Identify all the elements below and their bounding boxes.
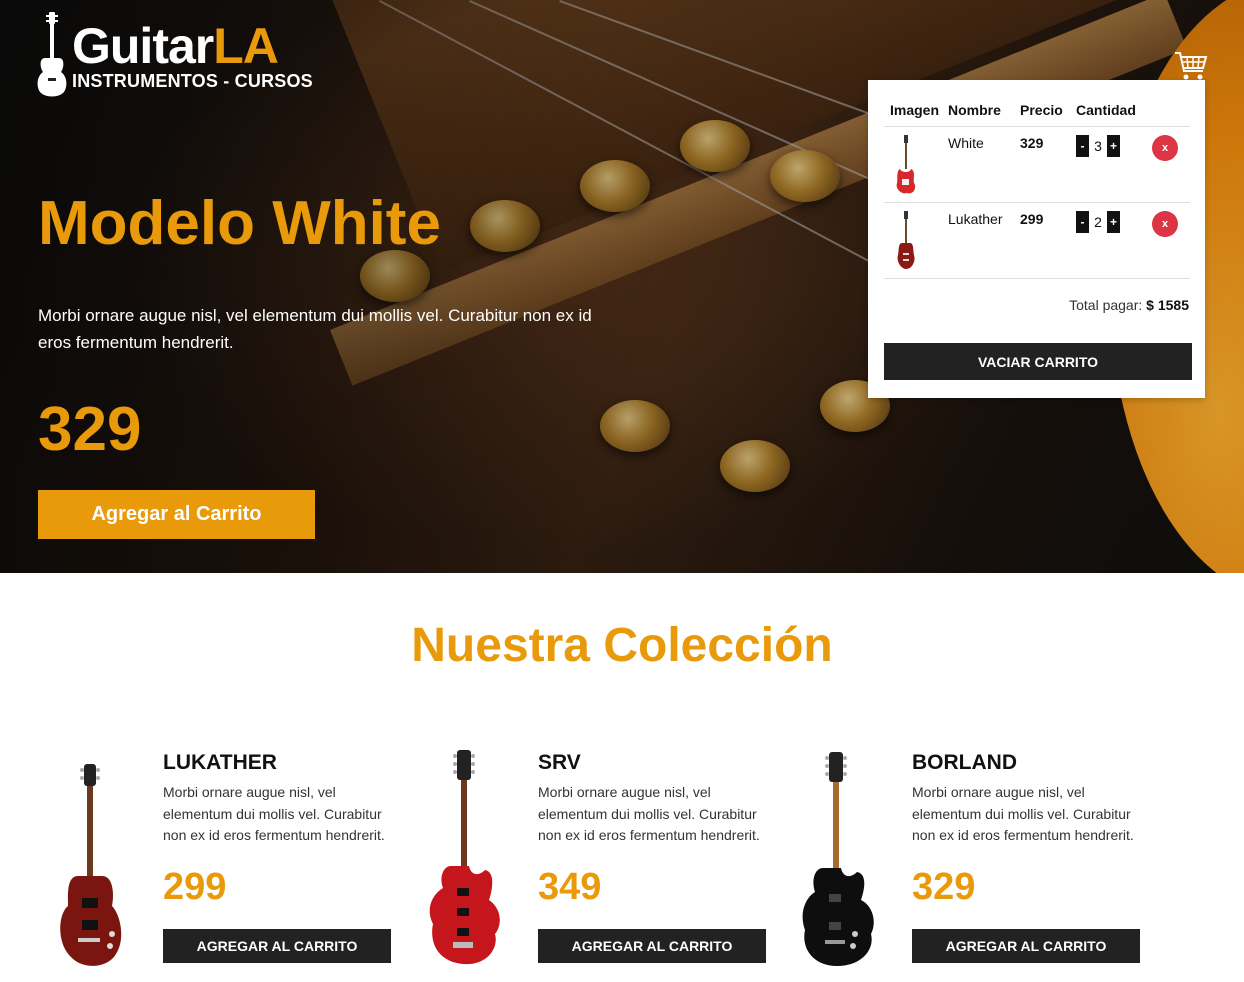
hero-price: 329 bbox=[38, 395, 142, 464]
quantity-value: 3 bbox=[1094, 138, 1102, 154]
cart-header-actions bbox=[1146, 96, 1190, 127]
quantity-stepper: - 3 + bbox=[1076, 135, 1146, 157]
cart-header-price: Precio bbox=[1014, 96, 1070, 127]
cart-item-delete-cell: x bbox=[1146, 202, 1190, 279]
product-info: SRV Morbi ornare augue nisl, vel element… bbox=[538, 748, 770, 963]
product-name: LUKATHER bbox=[163, 751, 277, 774]
product-card: BORLAND Morbi ornare augue nisl, vel ele… bbox=[787, 748, 1147, 978]
cart-total-value: $ 1585 bbox=[1146, 297, 1189, 313]
cart-item-image-cell bbox=[884, 126, 942, 203]
hero-title: Modelo White bbox=[38, 189, 441, 258]
cart-item-image bbox=[896, 135, 916, 194]
hero-add-to-cart-button[interactable]: Agregar al Carrito bbox=[38, 490, 315, 539]
cart-item-quantity-cell: - 3 + bbox=[1070, 126, 1146, 203]
cart-dropdown: Imagen Nombre Precio Cantidad White 329 … bbox=[868, 80, 1205, 398]
cart-item-delete-cell: x bbox=[1146, 126, 1190, 203]
cart-row: White 329 - 3 + x bbox=[884, 126, 1190, 203]
product-image bbox=[802, 752, 874, 966]
add-to-cart-button[interactable]: AGREGAR AL CARRITO bbox=[163, 928, 391, 963]
product-name: SRV bbox=[538, 751, 581, 774]
decrease-quantity-button[interactable]: - bbox=[1076, 135, 1089, 157]
product-description: Morbi ornare augue nisl, vel elementum d… bbox=[912, 784, 1134, 843]
hero-content: Modelo White Morbi ornare augue nisl, ve… bbox=[38, 186, 618, 539]
empty-cart-button[interactable]: VACIAR CARRITO bbox=[884, 343, 1192, 380]
cart-item-price: 329 bbox=[1014, 126, 1070, 203]
cart-header-name: Nombre bbox=[942, 96, 1014, 127]
logo-title-main: Guitar bbox=[72, 17, 214, 74]
product-description: Morbi ornare augue nisl, vel elementum d… bbox=[163, 784, 385, 843]
cart-item-image bbox=[897, 211, 915, 269]
cart-item-name: White bbox=[942, 126, 1014, 203]
cart-total-label: Total pagar: bbox=[1069, 297, 1143, 313]
increase-quantity-button[interactable]: + bbox=[1107, 211, 1120, 233]
guitar-logo-icon bbox=[37, 12, 67, 97]
add-to-cart-button[interactable]: AGREGAR AL CARRITO bbox=[538, 928, 766, 963]
collection-title: Nuestra Colección bbox=[411, 619, 833, 672]
remove-item-button[interactable]: x bbox=[1152, 135, 1178, 161]
cart-row: Lukather 299 - 2 + x bbox=[884, 202, 1190, 279]
decrease-quantity-button[interactable]: - bbox=[1076, 211, 1089, 233]
product-image bbox=[429, 750, 500, 965]
cart-item-image-cell bbox=[884, 202, 942, 279]
quantity-value: 2 bbox=[1094, 214, 1102, 230]
cart-header-image: Imagen bbox=[884, 96, 942, 127]
product-description: Morbi ornare augue nisl, vel elementum d… bbox=[538, 784, 760, 843]
product-price: 349 bbox=[538, 865, 602, 908]
cart-table-header: Imagen Nombre Precio Cantidad bbox=[884, 96, 1190, 127]
product-info: LUKATHER Morbi ornare augue nisl, vel el… bbox=[163, 748, 395, 963]
increase-quantity-button[interactable]: + bbox=[1107, 135, 1120, 157]
product-card: SRV Morbi ornare augue nisl, vel element… bbox=[413, 748, 773, 978]
cart-total: Total pagar: $ 1585 bbox=[884, 297, 1189, 313]
hero-description: Morbi ornare augue nisl, vel elementum d… bbox=[38, 306, 592, 352]
logo-subtitle: INSTRUMENTOS - CURSOS bbox=[72, 70, 313, 91]
product-price: 329 bbox=[912, 865, 976, 908]
cart-table: Imagen Nombre Precio Cantidad White 329 … bbox=[884, 96, 1190, 279]
product-info: BORLAND Morbi ornare augue nisl, vel ele… bbox=[912, 748, 1144, 963]
shopping-cart-icon[interactable] bbox=[1174, 50, 1208, 82]
product-price: 299 bbox=[163, 865, 227, 908]
remove-item-button[interactable]: x bbox=[1152, 211, 1178, 237]
logo-title-accent: LA bbox=[213, 17, 279, 74]
product-name: BORLAND bbox=[912, 751, 1017, 774]
cart-item-name: Lukather bbox=[942, 202, 1014, 279]
product-image bbox=[60, 764, 122, 966]
site-logo[interactable]: GuitarLA INSTRUMENTOS - CURSOS bbox=[36, 12, 313, 98]
logo-title: GuitarLA bbox=[72, 19, 313, 73]
cart-item-price: 299 bbox=[1014, 202, 1070, 279]
quantity-stepper: - 2 + bbox=[1076, 211, 1146, 233]
add-to-cart-button[interactable]: AGREGAR AL CARRITO bbox=[912, 928, 1140, 963]
product-card: LUKATHER Morbi ornare augue nisl, vel el… bbox=[38, 748, 398, 978]
cart-header-quantity: Cantidad bbox=[1070, 96, 1146, 127]
cart-item-quantity-cell: - 2 + bbox=[1070, 202, 1146, 279]
